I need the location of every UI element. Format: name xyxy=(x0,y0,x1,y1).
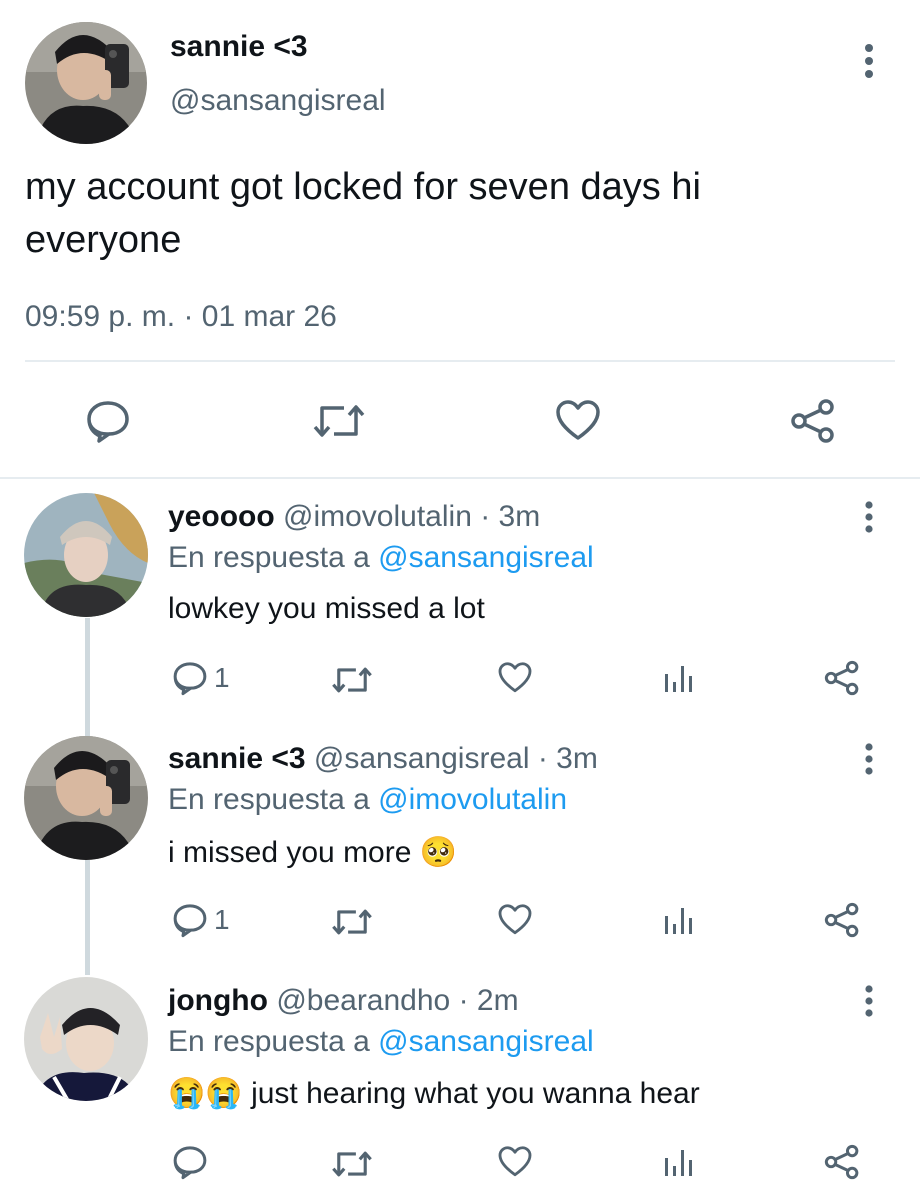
crying-face-emoji: 😭😭 xyxy=(168,1077,243,1110)
handle[interactable]: @sansangisreal xyxy=(170,84,386,118)
reply-header: yeoooo @imovolutalin · 3m xyxy=(168,500,540,534)
more-options-icon[interactable] xyxy=(858,500,880,538)
display-name[interactable]: yeoooo xyxy=(168,500,275,533)
timestamp[interactable]: · 2m xyxy=(459,984,519,1017)
handle[interactable]: @bearandho xyxy=(276,984,450,1017)
replying-to-label: En respuesta a xyxy=(168,783,370,816)
divider xyxy=(25,360,895,362)
reply-text: lowkey you missed a lot xyxy=(168,592,485,625)
reply-text-line: 😭😭 just hearing what you wanna hear xyxy=(168,1076,700,1111)
thread-line xyxy=(85,860,90,975)
display-name[interactable]: sannie <3 xyxy=(168,742,306,775)
like-icon[interactable] xyxy=(497,660,533,696)
display-name[interactable]: sannie <3 xyxy=(170,30,308,64)
reply-text: just hearing what you wanna hear xyxy=(251,1077,700,1110)
section-divider xyxy=(0,477,920,479)
tweet-text: my account got locked for seven days hi xyxy=(25,166,701,208)
retweet-icon[interactable] xyxy=(312,398,366,444)
handle[interactable]: @sansangisreal xyxy=(314,742,530,775)
replying-to: En respuesta a @imovolutalin xyxy=(168,783,567,817)
share-icon[interactable] xyxy=(824,902,860,938)
tweet-time[interactable]: 09:59 p. m. xyxy=(25,300,175,333)
reply-header: sannie <3 @sansangisreal · 3m xyxy=(168,742,598,776)
replying-to-handle[interactable]: @sansangisreal xyxy=(378,1025,594,1058)
share-icon[interactable] xyxy=(824,1144,860,1180)
reply-icon[interactable] xyxy=(85,398,131,444)
avatar[interactable] xyxy=(24,977,148,1101)
separator: · xyxy=(183,300,194,333)
reply-icon[interactable] xyxy=(172,1144,208,1180)
reply-count: 1 xyxy=(214,904,230,935)
more-options-icon[interactable] xyxy=(858,984,880,1022)
reply-text: i missed you more xyxy=(168,836,412,869)
handle[interactable]: @imovolutalin xyxy=(283,500,472,533)
share-icon[interactable] xyxy=(790,398,836,444)
reply-text-line: i missed you more 🥺 xyxy=(168,835,457,870)
analytics-icon[interactable] xyxy=(662,662,694,694)
retweet-icon[interactable] xyxy=(331,662,373,698)
tweet-text-line2: everyone xyxy=(25,219,182,261)
like-icon[interactable] xyxy=(497,1144,533,1180)
replying-to-handle[interactable]: @sansangisreal xyxy=(378,541,594,574)
avatar[interactable] xyxy=(24,493,148,617)
more-options-icon[interactable] xyxy=(858,742,880,780)
reply-header: jongho @bearandho · 2m xyxy=(168,984,519,1018)
timestamp[interactable]: · 3m xyxy=(538,742,598,775)
like-icon[interactable] xyxy=(497,902,533,938)
avatar[interactable] xyxy=(25,22,147,144)
reply-count: 1 xyxy=(214,662,230,693)
analytics-icon[interactable] xyxy=(662,904,694,936)
display-name[interactable]: jongho xyxy=(168,984,268,1017)
reply-icon[interactable] xyxy=(172,902,208,938)
share-icon[interactable] xyxy=(824,660,860,696)
like-icon[interactable] xyxy=(554,398,602,444)
pleading-face-emoji: 🥺 xyxy=(419,836,458,869)
timestamp: 09:59 p. m. · 01 mar 26 xyxy=(25,300,337,334)
replying-to: En respuesta a @sansangisreal xyxy=(168,541,594,575)
timestamp[interactable]: · 3m xyxy=(480,500,540,533)
avatar[interactable] xyxy=(24,736,148,860)
retweet-icon[interactable] xyxy=(331,1146,373,1182)
replying-to: En respuesta a @sansangisreal xyxy=(168,1025,594,1059)
replying-to-handle[interactable]: @imovolutalin xyxy=(378,783,567,816)
replying-to-label: En respuesta a xyxy=(168,541,370,574)
tweet-date[interactable]: 01 mar 26 xyxy=(202,300,337,333)
retweet-icon[interactable] xyxy=(331,904,373,940)
reply-icon[interactable] xyxy=(172,660,208,696)
more-options-icon[interactable] xyxy=(858,42,880,82)
thread-line xyxy=(85,618,90,736)
analytics-icon[interactable] xyxy=(662,1146,694,1178)
replying-to-label: En respuesta a xyxy=(168,1025,370,1058)
